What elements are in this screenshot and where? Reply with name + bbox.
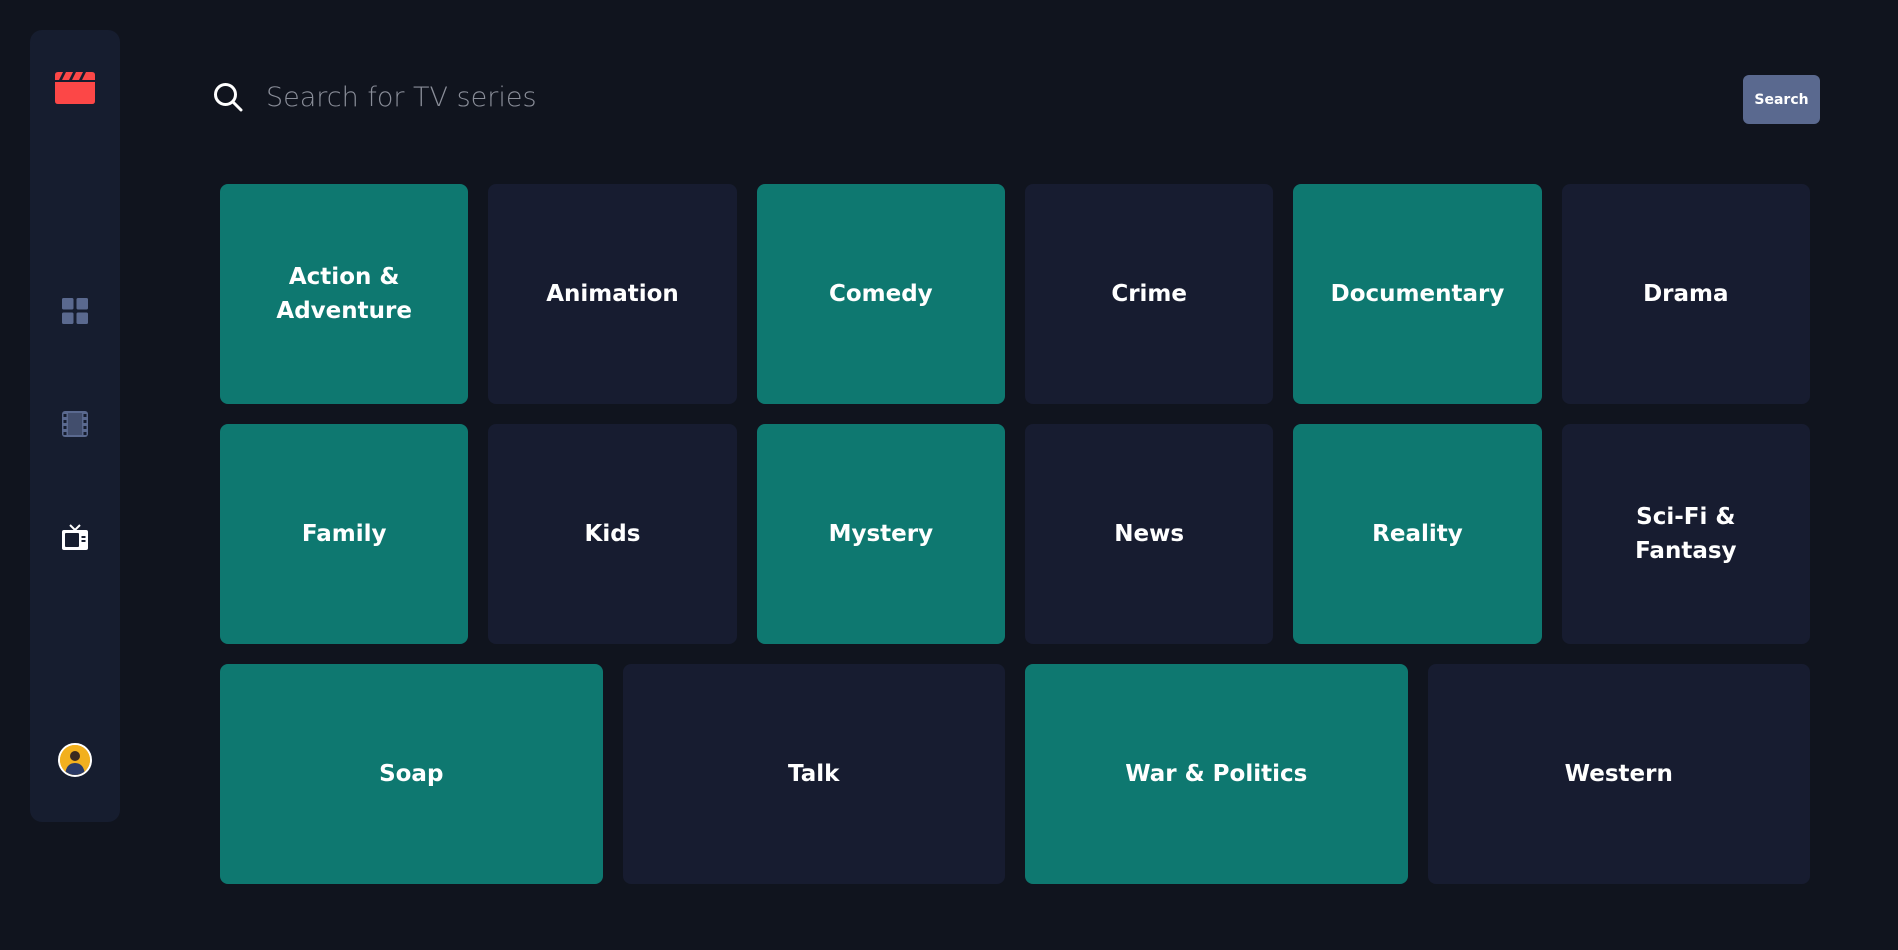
genre-tile-war-politics[interactable]: War & Politics <box>1025 664 1408 884</box>
grid-icon <box>62 298 88 328</box>
genre-tile-action-adventure[interactable]: Action & Adventure <box>220 184 469 404</box>
sidebar <box>30 30 120 822</box>
film-icon <box>62 411 88 441</box>
user-avatar[interactable] <box>58 743 92 777</box>
genre-row: Family Kids Mystery News Reality Sci-Fi … <box>220 424 1810 644</box>
genre-tile-drama[interactable]: Drama <box>1561 184 1810 404</box>
nav-home[interactable] <box>62 298 88 328</box>
genre-tile-family[interactable]: Family <box>220 424 469 644</box>
genre-row: Action & Adventure Animation Comedy Crim… <box>220 184 1810 404</box>
genre-tile-comedy[interactable]: Comedy <box>756 184 1005 404</box>
search-bar: Search <box>212 72 1820 124</box>
nav-tv-series[interactable] <box>62 524 88 554</box>
genre-tile-animation[interactable]: Animation <box>488 184 737 404</box>
genre-tile-soap[interactable]: Soap <box>220 664 603 884</box>
genre-tile-talk[interactable]: Talk <box>622 664 1005 884</box>
search-icon <box>212 81 244 113</box>
genre-tile-sci-fi-fantasy[interactable]: Sci-Fi & Fantasy <box>1561 424 1810 644</box>
search-input[interactable] <box>266 75 1166 119</box>
clapperboard-icon[interactable] <box>55 72 95 104</box>
genre-tile-kids[interactable]: Kids <box>488 424 737 644</box>
genre-tile-documentary[interactable]: Documentary <box>1293 184 1542 404</box>
genre-tile-western[interactable]: Western <box>1427 664 1810 884</box>
genre-tile-news[interactable]: News <box>1024 424 1274 644</box>
tv-icon <box>62 524 88 554</box>
genre-tile-crime[interactable]: Crime <box>1024 184 1274 404</box>
genre-tile-reality[interactable]: Reality <box>1293 424 1542 644</box>
nav-movies[interactable] <box>62 411 88 441</box>
search-button[interactable]: Search <box>1743 75 1820 124</box>
genre-row: Soap Talk War & Politics Western <box>220 664 1810 884</box>
genre-tile-mystery[interactable]: Mystery <box>756 424 1005 644</box>
